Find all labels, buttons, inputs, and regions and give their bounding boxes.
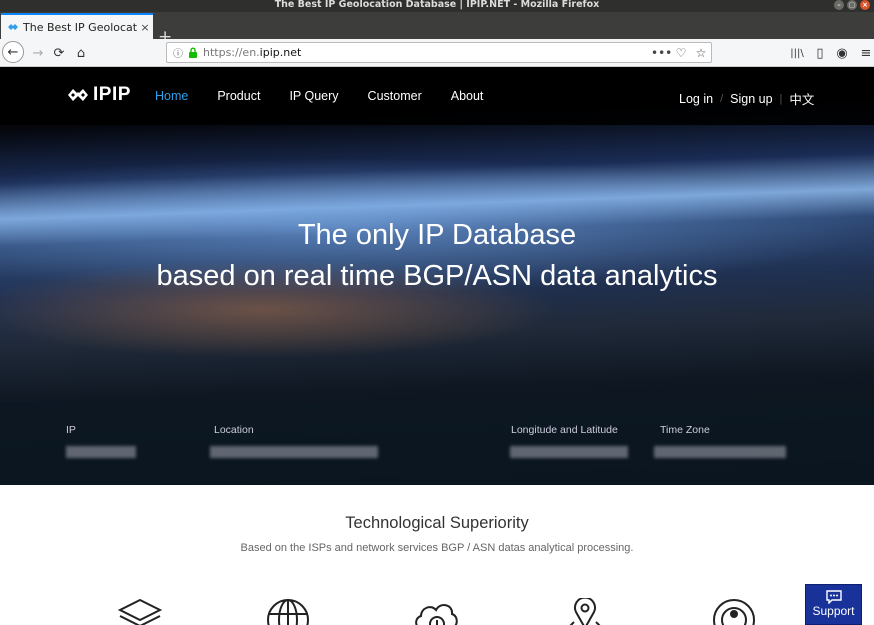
hero-section: IPIP Home Product IP Query Customer Abou…	[0, 67, 874, 485]
forward-button[interactable]: →	[28, 43, 48, 63]
latlong-label: Longitude and Latitude	[511, 424, 618, 436]
site-header: IPIP Home Product IP Query Customer Abou…	[0, 67, 874, 125]
hero-line-1: The only IP Database	[297, 219, 577, 251]
features-section: Technological Superiority Based on the I…	[0, 485, 874, 625]
web-page: IPIP Home Product IP Query Customer Abou…	[0, 67, 874, 625]
library-icon[interactable]: |||\	[787, 43, 807, 63]
page-actions-button[interactable]: •••	[651, 46, 672, 60]
menu-icon[interactable]: ≡	[856, 43, 874, 63]
latlong-value-redacted	[510, 446, 628, 458]
back-button[interactable]: ←	[2, 41, 24, 63]
window-controls: – ▢ ×	[834, 0, 870, 10]
navigation-toolbar: ← → ⟳ ⌂ ⓘ https://en.ipip.net ••• ♡ ☆ ||…	[0, 39, 874, 67]
menu-product[interactable]: Product	[217, 89, 260, 103]
bookmark-star-icon[interactable]: ☆	[691, 46, 711, 60]
map-pin-icon	[569, 598, 601, 625]
site-logo[interactable]: IPIP	[66, 84, 131, 106]
cloud-icon	[415, 604, 458, 625]
location-value-redacted	[210, 446, 378, 458]
pocket-icon[interactable]: ♡	[671, 46, 691, 60]
timezone-value-redacted	[654, 446, 786, 458]
window-titlebar: The Best IP Geolocation Database | IPIP.…	[0, 0, 874, 12]
browser-tab-active[interactable]: The Best IP Geolocation D ×	[1, 13, 153, 39]
url-prefix: https://en.	[203, 46, 260, 59]
sidebar-icon[interactable]: ▯	[810, 43, 830, 63]
features-subtitle: Based on the ISPs and network services B…	[240, 542, 634, 554]
chat-icon	[825, 590, 842, 604]
menu-home[interactable]: Home	[155, 89, 188, 103]
reload-button[interactable]: ⟳	[49, 43, 69, 63]
location-label: Location	[214, 424, 254, 436]
ip-value-redacted	[66, 446, 136, 458]
menu-ip-query[interactable]: IP Query	[289, 89, 338, 103]
login-link[interactable]: Log in	[679, 92, 713, 106]
home-button[interactable]: ⌂	[71, 43, 91, 63]
globe-icon	[267, 599, 309, 625]
auth-separator-2: |	[779, 92, 783, 105]
maximize-button[interactable]: ▢	[847, 0, 857, 10]
url-bar[interactable]: ⓘ https://en.ipip.net ••• ♡ ☆	[166, 42, 712, 63]
layers-icon	[117, 598, 163, 625]
ipip-logo-icon	[68, 89, 88, 101]
minimize-button[interactable]: –	[834, 0, 844, 10]
menu-customer[interactable]: Customer	[368, 89, 422, 103]
auth-links: Log in / Sign up | 中文	[679, 89, 814, 108]
support-chat-button[interactable]: Support	[805, 584, 862, 625]
tab-title: The Best IP Geolocation D	[23, 20, 137, 34]
tab-close-button[interactable]: ×	[137, 21, 153, 34]
logo-text: IPIP	[93, 84, 131, 105]
signup-link[interactable]: Sign up	[730, 92, 772, 106]
lock-icon	[189, 47, 197, 58]
main-menu: Home Product IP Query Customer About	[155, 89, 512, 103]
timezone-label: Time Zone	[660, 424, 710, 436]
close-window-button[interactable]: ×	[860, 0, 870, 10]
language-link[interactable]: 中文	[789, 89, 814, 108]
window-title: The Best IP Geolocation Database | IPIP.…	[274, 0, 600, 10]
tab-strip: The Best IP Geolocation D × +	[0, 12, 874, 47]
ip-label: IP	[66, 424, 76, 436]
ip-info-bar: IP Location Longitude and Latitude Time …	[0, 402, 874, 485]
auth-separator: /	[720, 92, 724, 105]
ipip-favicon-icon	[8, 24, 18, 30]
target-icon	[713, 599, 755, 625]
hero-headline: The only IP Database based on real time …	[0, 215, 874, 297]
hero-line-2: based on real time BGP/ASN data analytic…	[156, 260, 718, 292]
url-domain: ipip.net	[259, 46, 302, 59]
url-text[interactable]: https://en.ipip.net	[203, 46, 651, 59]
menu-about[interactable]: About	[451, 89, 484, 103]
info-icon[interactable]: ⓘ	[170, 45, 186, 60]
features-title: Technological Superiority	[345, 514, 529, 532]
account-icon[interactable]: ◉	[832, 43, 852, 63]
support-label: Support	[812, 604, 855, 618]
